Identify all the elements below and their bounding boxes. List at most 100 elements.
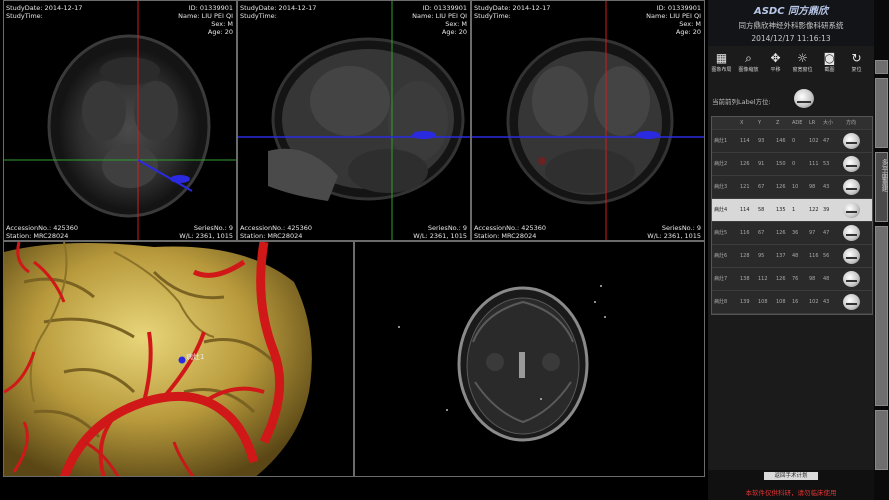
- coronal-slice-image: [472, 1, 704, 240]
- table-cell: 126: [776, 230, 786, 236]
- table-row[interactable]: 病灶5 116 67 126 36 97 47: [712, 222, 872, 245]
- window-level: W/L: 2361, 1015: [179, 232, 233, 240]
- head-orientation-icon[interactable]: [843, 225, 860, 241]
- accession-number: AccessionNo.: 425360: [240, 224, 313, 232]
- head-orientation-icon[interactable]: [843, 133, 860, 149]
- table-cell: 67: [758, 230, 765, 236]
- table-cell: 67: [758, 184, 765, 190]
- table-cell: 114: [740, 138, 750, 144]
- patient-age: Age: 20: [675, 28, 701, 36]
- viewport-axial[interactable]: StudyDate: 2014-12-17 StudyTime: ID: 013…: [3, 0, 237, 241]
- table-cell: 108: [758, 299, 768, 305]
- sagittal-lesion-marker: [412, 131, 436, 139]
- patient-id: ID: 01339901: [188, 4, 233, 12]
- study-time: StudyTime:: [474, 12, 511, 20]
- table-cell: 91: [758, 161, 765, 167]
- table-cell: 108: [776, 299, 786, 305]
- table-cell: 47: [823, 138, 830, 144]
- patient-id: ID: 01339901: [656, 4, 701, 12]
- table-row[interactable]: 病灶1 114 93 146 0 102 47: [712, 130, 872, 153]
- lesion-name: 病灶2: [714, 161, 728, 167]
- viewport-sagittal[interactable]: StudyDate: 2014-12-17 StudyTime: ID: 013…: [237, 0, 471, 241]
- table-cell: 126: [776, 184, 786, 190]
- lesion-name: 病灶1: [714, 138, 728, 144]
- lesion-name: 病灶5: [714, 230, 728, 236]
- series-number: SeriesNo.: 9: [193, 224, 233, 232]
- patient-sex: Sex: M: [445, 20, 467, 28]
- table-cell: 135: [776, 207, 786, 213]
- table-row[interactable]: 病灶6 128 95 137 48 116 56: [712, 245, 872, 268]
- patient-id: ID: 01339901: [422, 4, 467, 12]
- study-time: StudyTime:: [6, 12, 43, 20]
- tool-image-layout[interactable]: ▦ 图象布局: [708, 50, 735, 80]
- camera-icon: ◙: [823, 51, 836, 65]
- table-cell: 0: [792, 161, 796, 167]
- table-row[interactable]: 病灶3 121 67 126 10 98 43: [712, 176, 872, 199]
- table-row[interactable]: 病灶2 126 91 150 0 111 53: [712, 153, 872, 176]
- lesion-name: 病灶7: [714, 276, 728, 282]
- axial-lesion-marker: [170, 175, 190, 183]
- orientation-head-icon[interactable]: [794, 89, 814, 108]
- tool-window-level[interactable]: ☼ 窗宽窗位: [789, 50, 816, 80]
- table-header: X Y Z ADE LR 大小 方向: [712, 117, 872, 130]
- return-plan-button[interactable]: 返回手术计划: [764, 472, 818, 480]
- scroll-track-upper[interactable]: [875, 78, 888, 148]
- side-scrollbar[interactable]: 多平面重建: [874, 0, 889, 500]
- table-cell: 56: [823, 253, 830, 259]
- system-datetime: 2014/12/17 11:16:13: [751, 34, 831, 43]
- tool-pan[interactable]: ✥ 平移: [762, 50, 789, 80]
- table-cell: 43: [823, 184, 830, 190]
- patient-name: Name: LIU PEI QI: [412, 12, 467, 20]
- toolbar: ▦ 图象布局 ⌕ 图像缩放 ✥ 平移 ☼ 窗宽窗位 ◙ 截图 ↻ 复位: [708, 50, 874, 80]
- head-orientation-icon[interactable]: [843, 294, 860, 310]
- accession-number: AccessionNo.: 425360: [6, 224, 79, 232]
- viewport-axial-2d[interactable]: [354, 241, 705, 477]
- station: Station: MRC28024: [474, 232, 537, 240]
- head-orientation-icon[interactable]: [843, 179, 860, 195]
- table-cell: 128: [740, 253, 750, 259]
- lesion-name: 病灶3: [714, 184, 728, 190]
- table-cell: 150: [776, 161, 786, 167]
- viewport-3d-render[interactable]: 病灶1: [3, 241, 354, 477]
- table-cell: 53: [823, 161, 830, 167]
- table-cell: 93: [758, 138, 765, 144]
- head-orientation-icon[interactable]: [843, 156, 860, 172]
- 3d-lesion-label: 病灶1: [186, 353, 205, 361]
- table-row[interactable]: 病灶7 138 112 126 76 98 48: [712, 268, 872, 291]
- head-orientation-icon[interactable]: [843, 248, 860, 264]
- lesion-name: 病灶8: [714, 299, 728, 305]
- reset-icon: ↻: [851, 51, 862, 65]
- tool-reset[interactable]: ↻ 复位: [843, 50, 870, 80]
- station: Station: MRC28024: [240, 232, 303, 240]
- table-cell: 102: [809, 299, 819, 305]
- 3d-brain-render: [4, 242, 312, 476]
- scroll-track-lower[interactable]: [875, 226, 888, 406]
- table-cell: 95: [758, 253, 765, 259]
- pan-icon: ✥: [770, 51, 781, 65]
- patient-sex: Sex: M: [679, 20, 701, 28]
- image-layout-icon: ▦: [715, 51, 728, 65]
- viewport-coronal[interactable]: StudyDate: 2014-12-17 StudyTime: ID: 013…: [471, 0, 705, 241]
- patient-name: Name: LIU PEI QI: [178, 12, 233, 20]
- lesion-table: X Y Z ADE LR 大小 方向 病灶1 114 93 146 0 102 47 病灶2 1…: [711, 116, 873, 315]
- table-cell: 16: [792, 299, 799, 305]
- table-cell: 0: [792, 138, 796, 144]
- lesion-name: 病灶4: [714, 207, 728, 213]
- table-cell: 48: [792, 253, 799, 259]
- head-orientation-icon[interactable]: [843, 202, 860, 218]
- table-cell: 1: [792, 207, 796, 213]
- tool-zoom[interactable]: ⌕ 图像缩放: [735, 50, 762, 80]
- scroll-thumb[interactable]: [875, 410, 888, 470]
- table-cell: 116: [740, 230, 750, 236]
- table-cell: 116: [809, 253, 819, 259]
- table-cell: 58: [758, 207, 765, 213]
- side-tab-mpr[interactable]: 多平面重建: [875, 152, 888, 222]
- scroll-up-button[interactable]: [875, 60, 888, 74]
- station: Station: MRC28024: [6, 232, 69, 240]
- head-orientation-icon[interactable]: [843, 271, 860, 287]
- tool-screenshot[interactable]: ◙ 截图: [816, 50, 843, 80]
- axial-2d-image: [398, 285, 606, 442]
- table-row[interactable]: 病灶4 114 58 135 1 122 39: [712, 199, 872, 222]
- table-row[interactable]: 病灶8 139 108 108 16 102 43: [712, 291, 872, 314]
- table-cell: 98: [809, 184, 816, 190]
